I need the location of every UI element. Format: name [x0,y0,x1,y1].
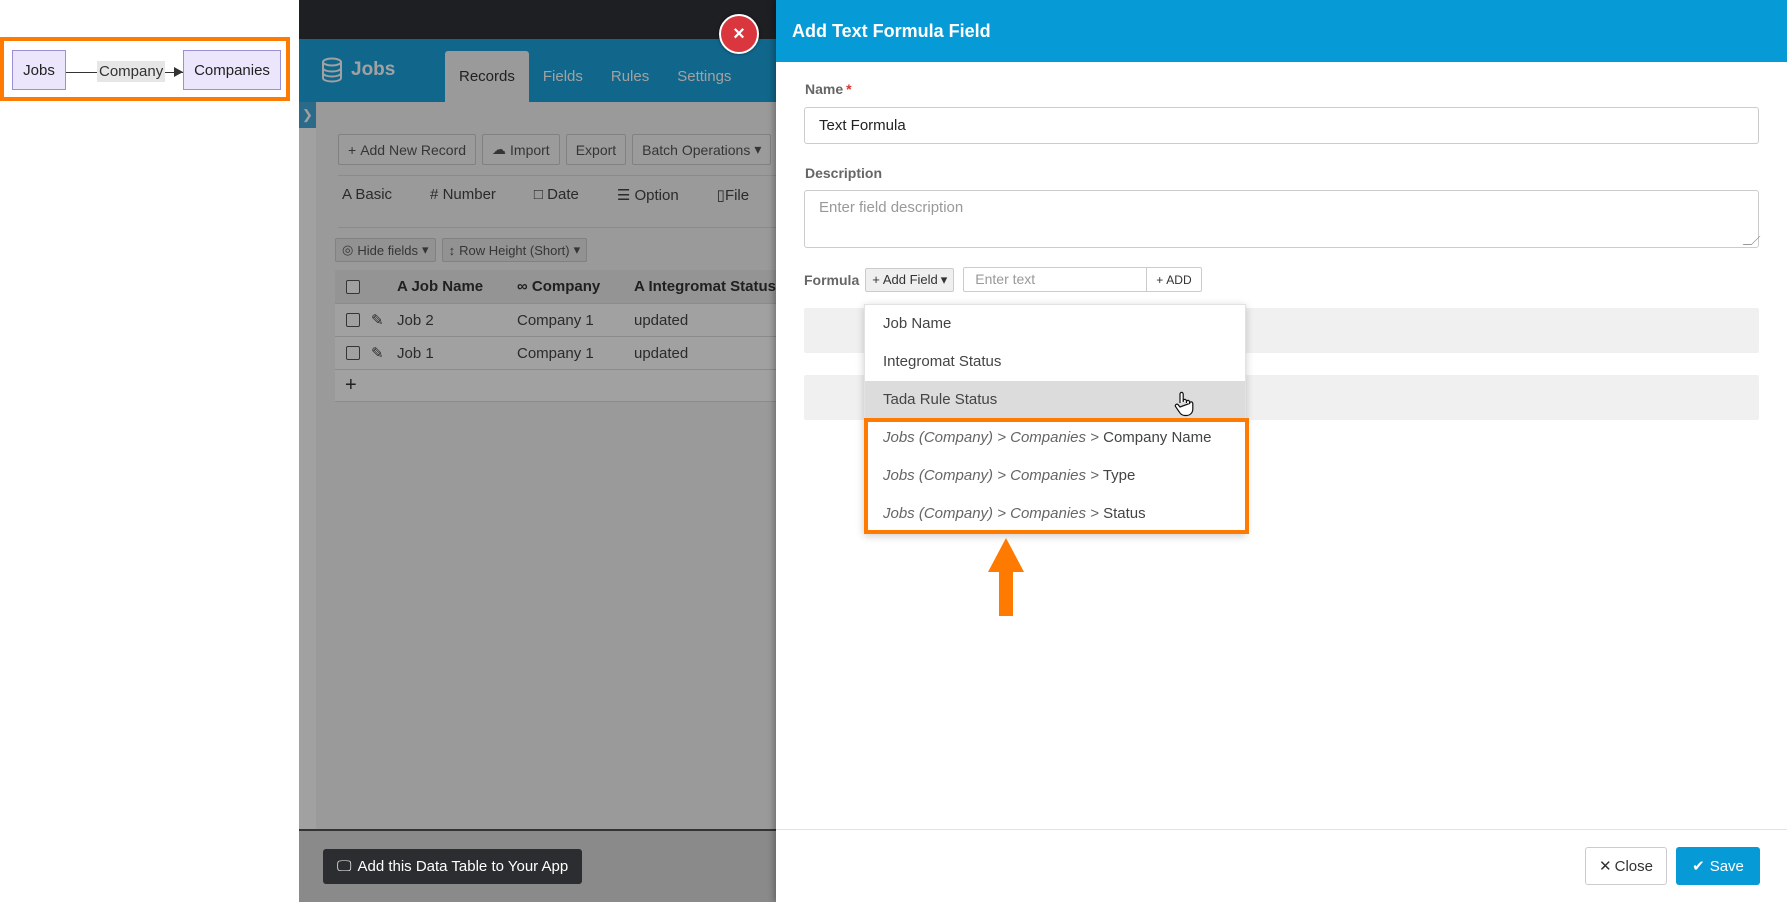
save-button-label: Save [1709,857,1744,875]
save-button[interactable]: ✔ Save [1676,847,1760,885]
add-field-label: Add Field [882,272,938,287]
relation-diagram: Jobs Company Companies [0,37,290,101]
name-label: Name * [805,81,852,97]
add-table-to-app-label: Add this Data Table to Your App [357,858,569,875]
dropdown-item-job-name[interactable]: Job Name [865,305,1245,343]
close-button[interactable]: ✕ Close [1585,847,1667,885]
dropdown-item-label: Integromat Status [883,353,1002,370]
dropdown-item-label: Job Name [883,315,952,332]
diagram-node-jobs: Jobs [12,50,66,90]
caret-down-icon: ▾ [940,271,948,287]
resize-grip-icon[interactable] [1742,236,1761,245]
plus-icon: + [1156,272,1164,287]
checkmark-icon: ✔ [1692,858,1705,875]
background-app: Jobs Records Fields Rules Settings ❯ + Ad… [299,0,776,902]
modal-backdrop[interactable] [299,0,776,829]
app-footer: 🖵 Add this Data Table to Your App [299,829,776,902]
name-input[interactable]: Text Formula [804,107,1759,144]
panel-footer: ✕ Close ✔ Save [776,829,1787,902]
orange-arrow-up-icon [988,538,1024,616]
close-button-label: Close [1614,857,1653,875]
diagram-edge-label: Company [97,61,166,82]
diagram-edge-arrow-icon [174,67,183,77]
dropdown-item-integromat-status[interactable]: Integromat Status [865,343,1245,381]
formula-row: Formula + Add Field ▾ Enter text + ADD [804,267,1202,292]
name-label-text: Name [805,81,844,97]
description-placeholder: Enter field description [819,199,964,216]
required-mark: * [846,81,852,97]
close-x-icon: ✕ [1599,858,1612,875]
monitor-icon: 🖵 [337,858,352,875]
diagram-node-companies: Companies [183,50,281,90]
close-modal-icon[interactable]: × [719,14,759,54]
description-label: Description [805,165,883,181]
formula-label: Formula [804,271,860,288]
add-field-dropdown-button[interactable]: + Add Field ▾ [865,267,955,292]
add-table-to-app-button[interactable]: 🖵 Add this Data Table to Your App [323,849,583,884]
dropdown-item-label: Tada Rule Status [883,391,998,408]
plus-icon: + [872,272,880,287]
formula-add-label: ADD [1166,272,1192,287]
description-textarea[interactable]: Enter field description [804,190,1761,248]
formula-text-input[interactable]: Enter text [963,267,1148,292]
related-fields-highlight [864,418,1249,534]
formula-add-button[interactable]: + ADD [1147,267,1202,292]
panel-title: Add Text Formula Field [776,0,1787,62]
hand-pointer-icon [1174,391,1194,417]
